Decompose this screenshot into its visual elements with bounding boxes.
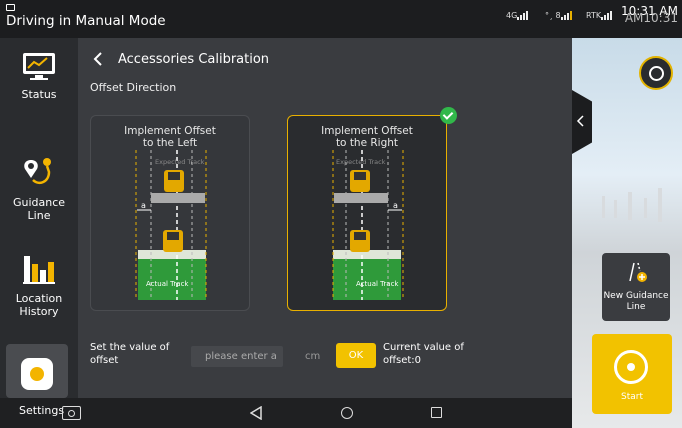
offset-right-title: Implement Offset to the Right: [288, 125, 446, 149]
offset-right-title-line2: to the Right: [335, 137, 399, 149]
rtk-label: RTK: [586, 11, 602, 20]
satellite-signal-icon: °¸ 8: [545, 11, 573, 20]
nav-label-status: Status: [21, 88, 57, 101]
system-home-icon[interactable]: [341, 407, 353, 419]
offset-value-label: Set the value of offset: [90, 341, 169, 367]
offset-right-actual-label: Actual Track: [356, 280, 399, 288]
offset-left-title-line1: Implement Offset: [124, 125, 216, 137]
offset-value-label-line1: Set the value of: [90, 342, 170, 353]
offset-right-expected-label: Expected Track: [336, 158, 386, 166]
gear-icon: [21, 358, 53, 390]
network-4g-label: 4G: [506, 11, 518, 20]
ok-button[interactable]: OK: [336, 343, 376, 368]
start-button[interactable]: Start: [592, 334, 672, 414]
mode-title: Driving in Manual Mode: [6, 13, 166, 29]
offset-right-option[interactable]: Implement Offset to the Right a Expected…: [287, 115, 447, 311]
field-pillars-graphic: [602, 188, 662, 222]
steering-wheel-icon: [614, 350, 648, 384]
offset-left-symbol: a: [141, 201, 146, 210]
system-back-icon[interactable]: [250, 406, 262, 420]
route-pin-icon: [24, 158, 51, 184]
clock-time-secondary: AM10:31: [624, 11, 678, 25]
new-guidance-label-line1: New Guidance: [603, 291, 669, 301]
system-nav-bar: [0, 398, 572, 428]
new-guidance-label-line2: Line: [626, 302, 646, 312]
offset-left-actual-label: Actual Track: [146, 280, 189, 288]
offset-direction-label: Offset Direction: [90, 81, 177, 94]
selected-check-icon: [440, 107, 457, 124]
window-icon: [6, 4, 15, 11]
cellular-signal-icon: 4G: [506, 11, 529, 20]
current-offset-value: Current value of offset:0: [383, 341, 464, 367]
offset-left-title-line2: to the Left: [142, 137, 198, 149]
offset-right-title-line1: Implement Offset: [321, 125, 413, 137]
offset-left-diagram: a Expected Track Actual Track: [135, 150, 207, 300]
satellite-count-label: °¸ 8: [545, 11, 561, 20]
left-navigation: Status Guidance Line Location History: [0, 38, 78, 398]
offset-right-diagram: a Expected Track Actual Track: [332, 150, 404, 300]
nav-item-status[interactable]: Status: [0, 52, 78, 101]
new-line-icon: [629, 262, 647, 282]
screenshot-camera-icon[interactable]: [62, 406, 81, 420]
back-chevron-icon[interactable]: [92, 52, 104, 66]
unit-label: cm: [305, 351, 321, 362]
offset-right-symbol: a: [393, 201, 398, 210]
clock: 10:31 AM AM10:31: [621, 5, 678, 24]
system-recents-icon[interactable]: [431, 407, 442, 418]
nav-label-guidance-line: Guidance Line: [12, 196, 66, 222]
current-offset-line2: offset:0: [383, 355, 422, 366]
rtk-signal-icon: RTK: [586, 11, 613, 20]
nav-label-settings[interactable]: Settings: [19, 404, 64, 417]
current-offset-line1: Current value of: [383, 342, 464, 353]
offset-left-expected-label: Expected Track: [155, 158, 205, 166]
locate-button[interactable]: [639, 56, 673, 90]
offset-value-label-line2: offset: [90, 355, 119, 366]
offset-left-option[interactable]: Implement Offset to the Left a Expected …: [90, 115, 250, 311]
monitor-chart-icon: [23, 53, 55, 80]
app-root: Driving in Manual Mode 4G °¸ 8 RTK 10:31…: [0, 0, 682, 428]
nav-label-location-history: Location History: [15, 292, 63, 318]
chevron-left-icon: [576, 115, 584, 127]
bar-chart-icon: [23, 256, 55, 284]
nav-item-guidance-line[interactable]: Guidance Line: [0, 156, 78, 222]
offset-left-title: Implement Offset to the Left: [91, 125, 249, 149]
offset-input[interactable]: [191, 346, 283, 367]
status-bar: Driving in Manual Mode 4G °¸ 8 RTK 10:31…: [0, 0, 682, 38]
nav-item-location-history[interactable]: Location History: [0, 250, 78, 318]
start-label: Start: [621, 392, 643, 402]
new-guidance-line-button[interactable]: New Guidance Line: [602, 253, 670, 321]
nav-item-settings[interactable]: [6, 344, 68, 398]
page-title: Accessories Calibration: [118, 52, 270, 67]
